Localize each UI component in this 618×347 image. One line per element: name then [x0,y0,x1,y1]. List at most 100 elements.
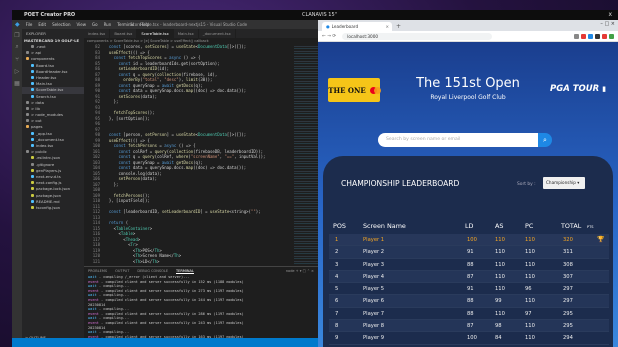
panel-tab-problems[interactable]: PROBLEMS [88,269,107,273]
cell-pc: 110 [525,249,535,256]
terminal-tag: event [88,279,99,284]
terminal-text: 20230814 [88,325,106,330]
code-text: const fetchPersons = async () => { [113,143,196,148]
extension-icon[interactable] [595,33,600,39]
code-text: const fetchTopScores = async () => { [113,55,201,60]
cell-pos: 2 [335,249,339,256]
column-header-pos[interactable]: POS [333,222,346,230]
table-row[interactable]: 4 Player 4 87 110 110 307 [329,270,609,284]
file-icon [31,88,34,92]
search-input[interactable]: Search by screen name or email [378,133,538,147]
editor-tab[interactable]: _document.tsx [199,29,236,38]
file-icon [31,82,34,86]
os-close-button[interactable]: x [608,11,612,18]
menu-item-view[interactable]: View [77,22,87,27]
editor-tab[interactable]: Board.tsx [110,29,138,38]
editor-tab[interactable]: ScoreTable.tsx [137,29,174,38]
panel-actions[interactable]: node + ▾ □ ⌃ × [286,269,314,273]
table-row[interactable]: 3 Player 3 88 110 110 308 [329,259,609,271]
extension-icon[interactable] [574,33,579,39]
code-text: setScores(data); [118,93,157,99]
search-button[interactable]: ⌕ [538,133,552,147]
column-header-total[interactable]: TOTAL [561,222,581,230]
panel-tab-terminal[interactable]: TERMINAL [176,269,194,274]
cell-ld: 87 [467,323,474,330]
window-controls[interactable]: – □ × [600,21,615,27]
editor-tab[interactable]: index.tsx [84,29,111,38]
nav-buttons[interactable]: ← → ⟳ [322,34,336,39]
table-row[interactable]: 7 Player 7 88 110 97 295 [329,308,609,321]
cell-pc: 110 [525,323,535,330]
file-tree-label: README.md [36,198,60,204]
minimap[interactable] [294,44,318,266]
file-icon [31,193,34,197]
logo-text: THE ONE [328,85,366,95]
url-input[interactable]: localhost:3000 [342,32,493,40]
editor-tab[interactable]: Main.tsx [174,29,199,38]
menu-item-file[interactable]: File [26,22,33,27]
menu-item-go[interactable]: Go [92,22,98,27]
file-tree-label: package-lock.json [36,186,71,192]
cell-ld: 88 [467,261,474,268]
table-row[interactable]: 5 Player 5 91 110 96 297 [329,283,609,296]
extension-icon[interactable] [588,33,593,39]
menu-item-run[interactable]: Run [104,22,112,27]
code-editor[interactable]: 82 const [scores, setScores] = useState<… [84,44,294,266]
panel-tab-debug-console[interactable]: DEBUG CONSOLE [137,269,168,273]
file-tree-label: > out [31,118,42,124]
run-debug-icon[interactable]: ▷ [12,65,22,77]
menu-item-selection[interactable]: Selection [52,22,70,27]
file-tree-label: genPlayers.js [36,167,62,173]
cell-as: 110 [495,237,505,243]
cell-as: 110 [495,310,505,317]
search-icon: ⌕ [543,135,547,144]
extensions-icon[interactable]: ▦ [12,77,22,89]
files-icon[interactable]: ❐ [12,29,22,41]
terminal-tag: wait [88,316,97,321]
cell-total: 308 [563,261,573,268]
file-icon [31,137,34,141]
terminal-tag: wait [88,307,97,312]
vscode-logo-icon: ◆ [15,21,20,28]
file-tree-label: Main.tsx [36,81,52,87]
extension-icon[interactable] [581,33,586,39]
file-icon [31,75,34,79]
cell-name: Player 1 [363,237,385,243]
file-tree-label: package.json [36,192,61,198]
extension-icon[interactable] [602,33,607,39]
column-header-as[interactable]: AS [495,222,503,230]
cell-as: 110 [495,261,505,268]
file-tree-label: next.config.js [36,180,62,186]
vscode-menu-bar: ◆ File Edit Selection View Go Run Terminal Help… [12,20,318,29]
terminal-text: - compiled client and server successfull… [101,311,244,316]
column-header-screen-name[interactable]: Screen Name [363,222,406,230]
column-header-pc[interactable]: PC [525,222,533,230]
table-row[interactable]: 2 Player 2 91 110 110 311 [329,246,609,259]
table-row[interactable]: 6 Player 6 88 99 110 297 [329,295,609,308]
project-folder[interactable]: MASTERCARD 19 GOLF-LE [22,37,84,44]
source-control-icon[interactable]: ⑂ [12,53,22,65]
table-row[interactable]: 9 Player 9 100 84 110 294 [329,332,609,345]
code-line: 121 <Th>LD</Th> [84,259,294,265]
cell-pc: 110 [525,237,535,243]
terminal-tag: event [88,297,99,302]
sort-select[interactable]: Championship ▾ [543,177,585,189]
table-row[interactable]: 8 Player 8 87 98 110 295 [329,320,609,333]
column-header-ld[interactable]: LD [465,222,473,230]
extension-icon[interactable] [609,33,614,39]
file-tree-item[interactable]: tsconfig.json [22,205,84,211]
table-row[interactable]: 1 Player 1 100 110 110 320 🏆 [329,234,609,247]
code-text: <Tr> [104,242,138,247]
menu-item-edit[interactable]: Edit [38,22,46,27]
close-tab-icon[interactable]: × [385,24,389,29]
search-icon[interactable]: ⌕ [12,41,22,53]
cell-pc: 96 [525,286,532,293]
code-text: <Th>Screen Name</Th> [104,253,182,258]
terminal-output[interactable]: wait - compiling /_error (client and ser… [84,275,318,344]
new-tab-button[interactable]: + [396,23,401,30]
panel-tab-output[interactable]: OUTPUT [115,269,129,273]
file-tree-label: > node_modules [31,112,63,118]
code-text: const querySnap = await getDocs(q); [118,82,203,88]
browser-tab-leaderboard[interactable]: ● Leaderboard × [322,22,392,31]
cell-pos: 6 [335,298,339,305]
